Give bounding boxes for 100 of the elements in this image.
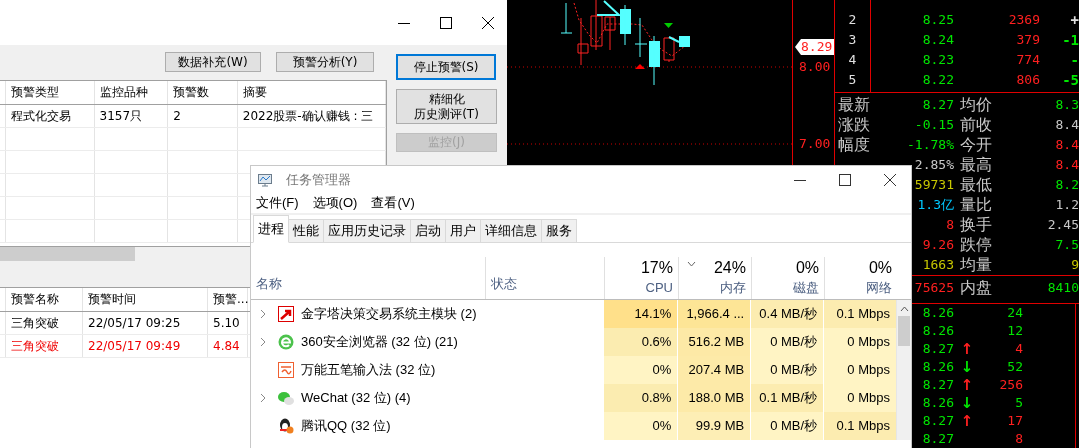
expand-chevron-icon[interactable] <box>259 337 267 347</box>
side-button[interactable]: 停止预警(S) <box>396 54 496 80</box>
candlestick <box>620 4 631 46</box>
column-header[interactable]: 24% 内存 <box>678 257 751 299</box>
column-header[interactable]: 预警时间 <box>83 288 208 311</box>
maximize-icon[interactable] <box>439 15 453 30</box>
column-header[interactable]: 监控品种 <box>94 81 169 104</box>
tick-price: 8.26 <box>922 322 954 340</box>
toolbar-button[interactable]: 数据补充(W) <box>165 52 261 72</box>
stat-label: 涨跌 <box>837 115 870 135</box>
tab[interactable]: 用户 <box>445 219 481 242</box>
column-header[interactable]: 摘要 <box>237 81 386 104</box>
column-label: 磁盘 <box>793 279 819 297</box>
stat-value: 8 <box>946 216 954 234</box>
maximize-icon[interactable] <box>838 172 852 187</box>
usage-cell: 0% <box>603 412 678 440</box>
process-name[interactable]: 万能五笔输入法 (32 位) <box>301 356 436 384</box>
process-name[interactable]: 腾讯QQ (32 位) <box>301 412 391 440</box>
stat-label: 今开 <box>959 135 992 155</box>
column-header[interactable]: 状态 <box>485 257 604 299</box>
tick-volume: 8 <box>1015 430 1023 448</box>
stat-value: 7.5 <box>1055 236 1079 254</box>
menu-item[interactable]: 查看(V) <box>371 193 415 213</box>
tick-direction: ↓ <box>960 358 974 376</box>
stat-value: 9.26 <box>922 236 954 254</box>
order-level: 3 <box>848 31 857 49</box>
stat-value: 8.3 <box>1055 96 1079 114</box>
tab[interactable]: 服务 <box>541 219 577 242</box>
tick-volume: 4 <box>1015 340 1023 358</box>
stat-label: 跌停 <box>959 235 992 255</box>
tick-direction: ↓ <box>960 394 974 412</box>
close-icon[interactable] <box>481 15 495 30</box>
column-header[interactable]: 预警类型 <box>6 81 95 104</box>
stat-value: 8.4 <box>1055 156 1079 174</box>
usage-cell: 0.1 Mbps <box>823 412 896 440</box>
side-button[interactable]: 精细化 历史测评(T) <box>396 89 497 124</box>
stat-value: 1663 <box>922 256 954 274</box>
wave-square-icon <box>278 362 294 378</box>
tick-price: 8.27 <box>922 430 954 448</box>
column-label: CPU <box>645 279 673 297</box>
square-arrow-icon <box>278 306 294 322</box>
tab[interactable]: 进程 <box>253 215 289 243</box>
column-header[interactable]: 0% 磁盘 <box>751 257 824 299</box>
column-header[interactable]: 预警数 <box>168 81 238 104</box>
axis-label: 8.00 <box>799 59 831 75</box>
usage-percent: 0% <box>795 258 819 278</box>
stat-label: 最高 <box>959 155 992 175</box>
column-label: 状态 <box>491 275 517 293</box>
tab[interactable]: 详细信息 <box>480 219 542 242</box>
candlestick <box>649 35 660 86</box>
column-header[interactable]: 0% 网络 <box>824 257 897 299</box>
tick-direction: ↑ <box>960 412 974 430</box>
down-triangle-icon <box>664 23 673 28</box>
stat-value: 1.2 <box>1055 196 1079 214</box>
scrollbar-thumb[interactable] <box>0 247 135 261</box>
stat-label: 最新 <box>837 95 870 115</box>
table-cell: 2 <box>168 105 238 127</box>
tab[interactable]: 应用历史记录 <box>323 219 411 242</box>
expand-chevron-icon[interactable] <box>259 309 267 319</box>
process-name[interactable]: 360安全浏览器 (32 位) (21) <box>301 328 458 356</box>
column-label: 网络 <box>866 279 892 297</box>
stat-value: -1.78% <box>907 136 954 154</box>
usage-percent: 24% <box>713 258 746 278</box>
scrollbar-thumb[interactable] <box>898 316 910 346</box>
stat-value: 2.45 <box>1047 216 1079 234</box>
stat-value: 8.2 <box>1055 176 1079 194</box>
tick-direction: ↑ <box>960 376 974 394</box>
stat-label: 最低 <box>959 175 992 195</box>
tick-volume: 256 <box>999 376 1023 394</box>
column-header[interactable]: 17% CPU <box>604 257 678 299</box>
usage-cell: 0 Mbps <box>823 356 896 384</box>
tab[interactable]: 性能 <box>288 219 324 242</box>
trend-line <box>668 36 680 43</box>
menu-item[interactable]: 选项(O) <box>312 193 358 213</box>
scroll-up-icon[interactable] <box>899 306 909 312</box>
column-header[interactable]: 预警... <box>208 288 248 311</box>
chat-bubbles-icon <box>278 390 294 406</box>
stat-label: 量比 <box>959 195 992 215</box>
usage-cell: 14.1% <box>603 300 678 328</box>
column-header[interactable]: 预警名称 <box>6 288 83 311</box>
order-price: 8.24 <box>922 31 954 49</box>
order-change: + <box>1070 11 1079 30</box>
stat-value: 2.85% <box>914 156 954 174</box>
column-header[interactable]: 名称 <box>251 257 485 299</box>
order-volume: 774 <box>1016 51 1040 69</box>
usage-cell: 0 Mbps <box>823 328 896 356</box>
tab[interactable]: 启动 <box>410 219 446 242</box>
expand-chevron-icon[interactable] <box>259 393 267 403</box>
stat-label: 均价 <box>959 95 992 115</box>
order-change: - <box>1070 51 1079 70</box>
stat-label: 均量 <box>959 255 992 275</box>
toolbar-button[interactable]: 预警分析(Y) <box>276 52 374 72</box>
order-volume: 379 <box>1016 31 1040 49</box>
close-icon[interactable] <box>883 172 897 187</box>
process-name[interactable]: 金字塔决策交易系统主模块 (2) <box>301 300 477 328</box>
tick-price: 8.26 <box>922 394 954 412</box>
penguin-icon <box>278 418 294 434</box>
menu-item[interactable]: 文件(F) <box>256 193 299 213</box>
order-change: -1 <box>1062 31 1079 50</box>
process-name[interactable]: WeChat (32 位) (4) <box>301 384 411 412</box>
